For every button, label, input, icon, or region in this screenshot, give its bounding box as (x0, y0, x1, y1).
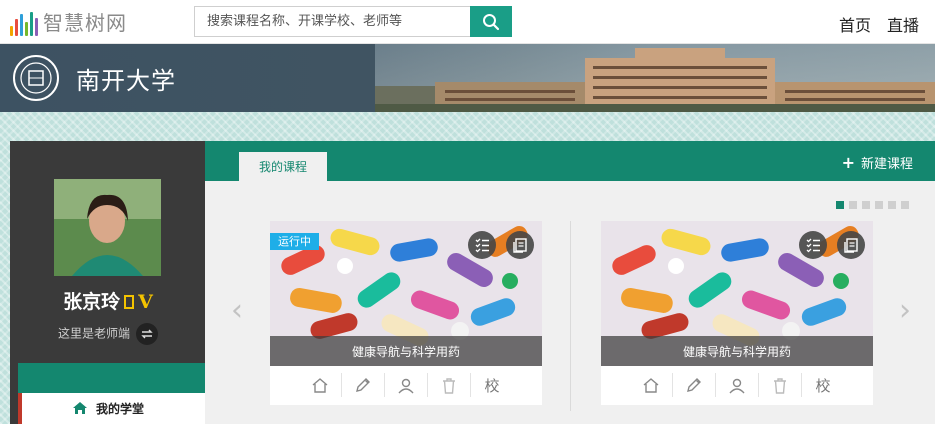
teacher-name: 张京玲 (63, 291, 121, 313)
users-icon (397, 378, 414, 393)
card-divider (570, 221, 571, 411)
site-logo[interactable]: 智慧树网 (10, 6, 127, 36)
role-line: 这里是老师端 (10, 323, 206, 345)
new-course-label: 新建课程 (860, 157, 913, 172)
carousel-prev-arrow[interactable]: ‹ (231, 293, 243, 328)
carousel-dot[interactable] (888, 201, 896, 209)
copy-icon (844, 238, 858, 253)
verified-badge: V (138, 291, 153, 313)
tab-my-courses[interactable]: 我的课程 (239, 152, 327, 181)
sidebar-item-my-school[interactable]: 我的学堂 (18, 393, 206, 424)
university-name: 南开大学 (76, 67, 176, 95)
course-members-button[interactable] (385, 373, 428, 397)
course-cover-image[interactable]: 运行中 健康导航与科学用药 (270, 221, 542, 366)
course-title[interactable]: 健康导航与科学用药 (270, 336, 542, 366)
course-edit-button[interactable] (342, 373, 385, 397)
trash-icon (773, 377, 786, 394)
course-title[interactable]: 健康导航与科学用药 (601, 336, 873, 366)
course-edit-button[interactable] (673, 373, 716, 397)
university-seal-icon (13, 55, 59, 101)
top-header: 智慧树网 首页 直播 (0, 0, 935, 44)
courses-header: 我的课程 + 新建课程 (205, 141, 935, 181)
checklist-icon (475, 238, 489, 253)
carousel-dot[interactable] (862, 201, 870, 209)
course-card[interactable]: 健康导航与科学用药 校 (601, 221, 873, 405)
switch-role-icon (141, 329, 153, 339)
carousel-dot[interactable] (849, 201, 857, 209)
avatar[interactable] (54, 179, 161, 276)
home-icon (73, 402, 87, 414)
search-button[interactable] (470, 6, 512, 37)
campus-building-image (375, 48, 935, 112)
users-icon (728, 378, 745, 393)
edit-icon (355, 377, 370, 392)
course-members-button[interactable] (716, 373, 759, 397)
search-icon (483, 13, 500, 30)
teacher-name-line: 张京玲 V (10, 287, 206, 314)
home-icon (312, 377, 327, 393)
course-cover-image[interactable]: 健康导航与科学用药 (601, 221, 873, 366)
verified-box-icon (124, 295, 135, 309)
switch-role-button[interactable] (136, 323, 158, 345)
university-banner: 南开大学 (0, 44, 935, 112)
courses-panel: 我的课程 + 新建课程 ‹ › 运行中 健康导航与科学用药 校 健康导航与科学用… (205, 141, 935, 424)
course-school-button[interactable]: 校 (802, 373, 845, 397)
logo-bars-icon (10, 10, 38, 36)
course-home-button[interactable] (299, 373, 342, 397)
carousel-dot[interactable] (901, 201, 909, 209)
search-input[interactable] (194, 6, 470, 37)
top-nav: 首页 直播 (839, 12, 919, 36)
plus-icon: + (841, 153, 855, 172)
course-list-button[interactable] (799, 231, 827, 259)
course-actions: 校 (270, 370, 542, 400)
course-delete-button[interactable] (428, 373, 471, 397)
carousel-dots (836, 201, 909, 209)
search-bar (194, 6, 512, 37)
new-course-button[interactable]: + 新建课程 (842, 153, 913, 172)
course-copy-button[interactable] (506, 231, 534, 259)
sidebar-item-label: 我的学堂 (96, 402, 145, 416)
status-badge: 运行中 (270, 233, 319, 250)
logo-text: 智慧树网 (43, 11, 127, 35)
checklist-icon (806, 238, 820, 253)
copy-icon (513, 238, 527, 253)
profile-menu-header (18, 363, 206, 393)
carousel-dot[interactable] (836, 201, 844, 209)
course-card[interactable]: 运行中 健康导航与科学用药 校 (270, 221, 542, 405)
trash-icon (442, 377, 455, 394)
course-actions: 校 (601, 370, 873, 400)
course-copy-button[interactable] (837, 231, 865, 259)
course-delete-button[interactable] (759, 373, 802, 397)
home-icon (643, 377, 658, 393)
course-school-button[interactable]: 校 (471, 373, 514, 397)
course-list-button[interactable] (468, 231, 496, 259)
role-text: 这里是老师端 (57, 326, 130, 341)
carousel-next-arrow[interactable]: › (899, 293, 911, 328)
teacher-profile-panel: 张京玲 V 这里是老师端 我的学堂 (10, 141, 206, 424)
edit-icon (686, 377, 701, 392)
course-home-button[interactable] (630, 373, 673, 397)
nav-home-link[interactable]: 首页 (839, 12, 871, 36)
nav-live-link[interactable]: 直播 (887, 12, 919, 36)
carousel-dot[interactable] (875, 201, 883, 209)
